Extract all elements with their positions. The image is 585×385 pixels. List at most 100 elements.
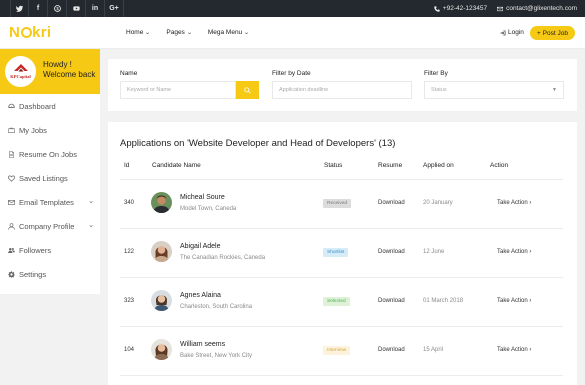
resume-download-link[interactable]: Download xyxy=(378,298,405,304)
chevron-down-icon: ⌄ xyxy=(88,222,94,229)
candidate-id: 104 xyxy=(124,347,135,353)
take-action-link[interactable]: Take Action › xyxy=(497,200,531,206)
candidate-location: Model Town, Caneda xyxy=(180,206,237,212)
sidebar-item-company-profile[interactable]: Company Profile ⌄ xyxy=(0,214,100,238)
main-navbar: Nkri Home ⌄ Pages ⌄ Mega Menu ⌄ Login + Pos… xyxy=(0,17,585,49)
email-address: contact@glixentech.com xyxy=(506,5,577,12)
google-plus-icon[interactable]: G+ xyxy=(105,0,124,17)
sidebar-item-label: Resume On Jobs xyxy=(19,149,77,159)
skype-icon[interactable] xyxy=(48,0,67,17)
take-action-link[interactable]: Take Action › xyxy=(497,249,531,255)
caret-down-icon: ▼ xyxy=(552,87,557,93)
candidate-id: 323 xyxy=(124,298,135,304)
candidate-avatar[interactable] xyxy=(151,192,172,213)
heart-icon xyxy=(8,175,15,182)
login-link[interactable]: Login xyxy=(500,29,524,36)
login-label: Login xyxy=(508,29,524,36)
candidate-name[interactable]: William seems xyxy=(180,341,225,348)
user-icon xyxy=(8,222,15,230)
login-icon xyxy=(500,30,506,35)
deadline-date-input[interactable]: Application deadline xyxy=(272,81,412,99)
email-contact[interactable]: contact@glixentech.com xyxy=(497,5,577,12)
candidate-location: Charleston, South Carolina xyxy=(180,304,253,310)
candidate-name[interactable]: Abigail Adele xyxy=(180,243,220,250)
status-badge: Received xyxy=(323,199,351,208)
sidebar-item-label: Saved Listings xyxy=(19,173,68,183)
resume-download-link[interactable]: Download xyxy=(378,200,405,206)
status-filter-label: Filter By xyxy=(424,70,448,77)
sidebar: KPCapital Howdy ! Welcome back Dashboard… xyxy=(0,49,100,294)
document-icon xyxy=(9,150,14,158)
take-action-label: Take Action xyxy=(497,200,528,206)
post-job-button[interactable]: + Post Job xyxy=(530,26,575,40)
menu-item-mega-menu[interactable]: Mega Menu ⌄ xyxy=(207,29,250,36)
status-select[interactable]: Status ▼ xyxy=(424,81,564,99)
search-icon xyxy=(244,86,251,94)
take-action-label: Take Action xyxy=(497,249,528,255)
followers-icon xyxy=(8,247,15,253)
candidate-id: 340 xyxy=(124,200,135,206)
column-header-id: Id xyxy=(124,162,130,169)
take-action-link[interactable]: Take Action › xyxy=(497,298,531,304)
applications-panel: Applications on 'Website Developer and H… xyxy=(108,122,577,385)
sidebar-item-followers[interactable]: Followers xyxy=(0,238,100,262)
sidebar-item-label: Company Profile xyxy=(19,221,75,231)
facebook-icon[interactable]: f xyxy=(29,0,48,17)
chevron-right-icon: › xyxy=(529,249,532,255)
chevron-down-icon: ⌄ xyxy=(243,30,250,36)
candidate-location: Bake Street, New York City xyxy=(180,353,253,359)
applied-date: 20 January xyxy=(423,200,453,206)
candidate-name[interactable]: Agnes Alaina xyxy=(180,292,221,299)
sidebar-item-email-templates[interactable]: Email Templates ⌄ xyxy=(0,190,100,214)
sidebar-item-dashboard[interactable]: Dashboard xyxy=(0,94,100,118)
column-header-applied-on: Applied on xyxy=(423,162,454,169)
applied-date: 15 April xyxy=(423,347,444,353)
applied-date: 12 June xyxy=(423,249,445,255)
briefcase-icon xyxy=(8,127,15,133)
menu-item-pages[interactable]: Pages ⌄ xyxy=(166,29,192,36)
twitter-icon[interactable] xyxy=(10,0,29,17)
sidebar-item-my-jobs[interactable]: My Jobs xyxy=(0,118,100,142)
filter-panel: Name Keyword or Name Filter by Date Appl… xyxy=(108,59,577,111)
chevron-right-icon: › xyxy=(529,298,532,304)
resume-download-link[interactable]: Download xyxy=(378,249,405,255)
name-search-input[interactable]: Keyword or Name xyxy=(120,81,236,99)
sidebar-item-label: Settings xyxy=(19,269,47,279)
menu-label: Home xyxy=(126,29,144,36)
company-avatar[interactable]: KPCapital xyxy=(5,56,36,87)
phone-contact[interactable]: +92-42-123457 xyxy=(434,5,487,12)
menu-item-home[interactable]: Home ⌄ xyxy=(126,29,151,36)
take-action-label: Take Action xyxy=(497,298,528,304)
greeting-title: Howdy ! xyxy=(43,60,72,69)
linkedin-icon[interactable]: in xyxy=(86,0,105,17)
candidate-avatar[interactable] xyxy=(151,290,172,311)
status-badge: Selected xyxy=(323,297,350,306)
table-row: 104 William seems Bake Street, New York … xyxy=(108,327,577,376)
chevron-right-icon: › xyxy=(529,200,532,206)
deadline-date-placeholder: Application deadline xyxy=(279,87,329,93)
chevron-right-icon: › xyxy=(529,347,532,353)
youtube-icon[interactable] xyxy=(67,0,86,17)
applied-date: 01 March 2018 xyxy=(423,298,464,304)
take-action-link[interactable]: Take Action › xyxy=(497,347,531,353)
row-divider xyxy=(120,375,563,376)
date-filter-label: Filter by Date xyxy=(272,70,311,77)
logo-ring-icon xyxy=(20,27,32,38)
sidebar-item-label: My Jobs xyxy=(19,125,47,135)
candidate-avatar[interactable] xyxy=(151,339,172,360)
site-logo[interactable]: Nkri xyxy=(9,24,51,41)
sidebar-item-label: Followers xyxy=(19,245,52,255)
social-links: f in G+ xyxy=(0,0,124,17)
search-button[interactable] xyxy=(236,81,259,99)
table-row: 340 Micheal Soure Model Town, Caneda Rec… xyxy=(108,180,577,229)
candidate-name[interactable]: Micheal Soure xyxy=(180,194,225,201)
candidate-id: 122 xyxy=(124,249,135,255)
candidate-avatar[interactable] xyxy=(151,241,172,262)
menu-label: Mega Menu xyxy=(207,29,243,36)
gear-icon xyxy=(8,270,15,278)
name-filter-label: Name xyxy=(120,70,138,77)
sidebar-item-saved-listings[interactable]: Saved Listings xyxy=(0,166,100,190)
sidebar-item-settings[interactable]: Settings xyxy=(0,262,100,286)
sidebar-item-resume-on-jobs[interactable]: Resume On Jobs xyxy=(0,142,100,166)
resume-download-link[interactable]: Download xyxy=(378,347,405,353)
